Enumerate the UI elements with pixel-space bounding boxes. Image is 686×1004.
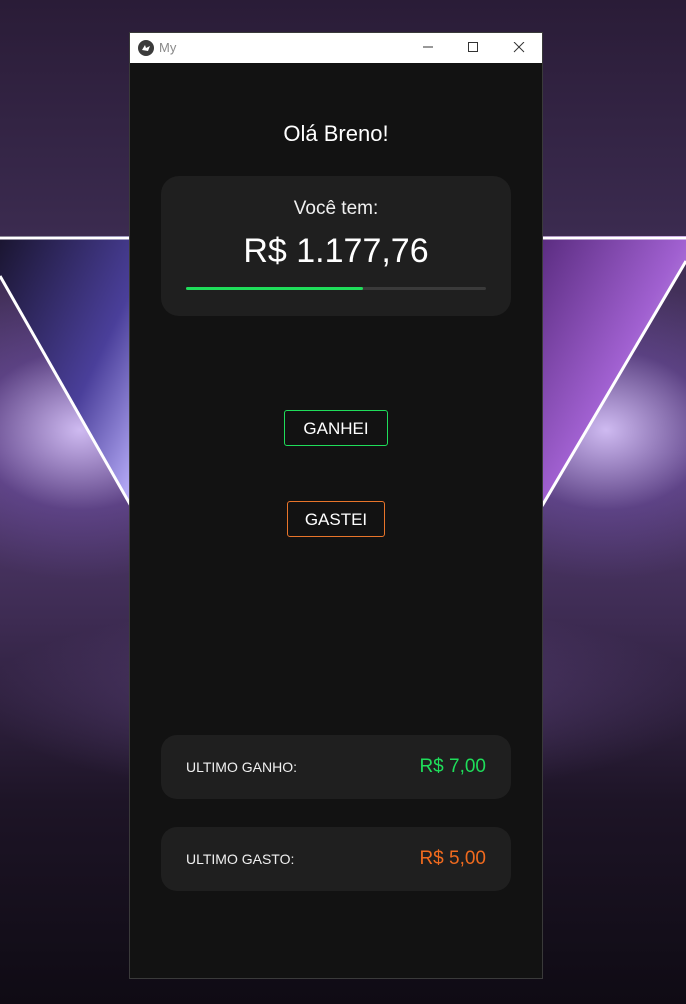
balance-card: Você tem: R$ 1.177,76 [161, 176, 511, 316]
app-window: My Olá Breno! Você tem: R$ 1.177,76 GANH… [130, 33, 542, 978]
wallpaper-left-triangle [0, 236, 131, 516]
balance-progress-fill [186, 287, 363, 290]
kivy-logo-icon [138, 40, 154, 56]
maximize-icon [468, 42, 478, 52]
close-button[interactable] [496, 33, 542, 63]
last-gain-card: ULTIMO GANHO: R$ 7,00 [161, 735, 511, 799]
minimize-button[interactable] [405, 33, 451, 63]
ganhei-button[interactable]: GANHEI [284, 410, 388, 446]
last-spent-value: R$ 5,00 [419, 848, 486, 869]
balance-progress-bar [186, 287, 486, 290]
close-icon [513, 42, 525, 53]
last-spent-label: ULTIMO GASTO: [186, 851, 295, 867]
last-gain-value: R$ 7,00 [419, 756, 486, 777]
window-title: My [159, 40, 177, 55]
title-bar[interactable]: My [130, 33, 542, 63]
maximize-button[interactable] [450, 33, 496, 63]
wallpaper-right-triangle [542, 236, 686, 516]
last-spent-card: ULTIMO GASTO: R$ 5,00 [161, 827, 511, 891]
last-gain-label: ULTIMO GANHO: [186, 759, 297, 775]
gastei-button[interactable]: GASTEI [287, 501, 385, 537]
balance-label: Você tem: [293, 198, 379, 219]
balance-value: R$ 1.177,76 [243, 232, 429, 270]
greeting-text: Olá Breno! [283, 121, 389, 146]
minimize-icon [423, 46, 433, 48]
